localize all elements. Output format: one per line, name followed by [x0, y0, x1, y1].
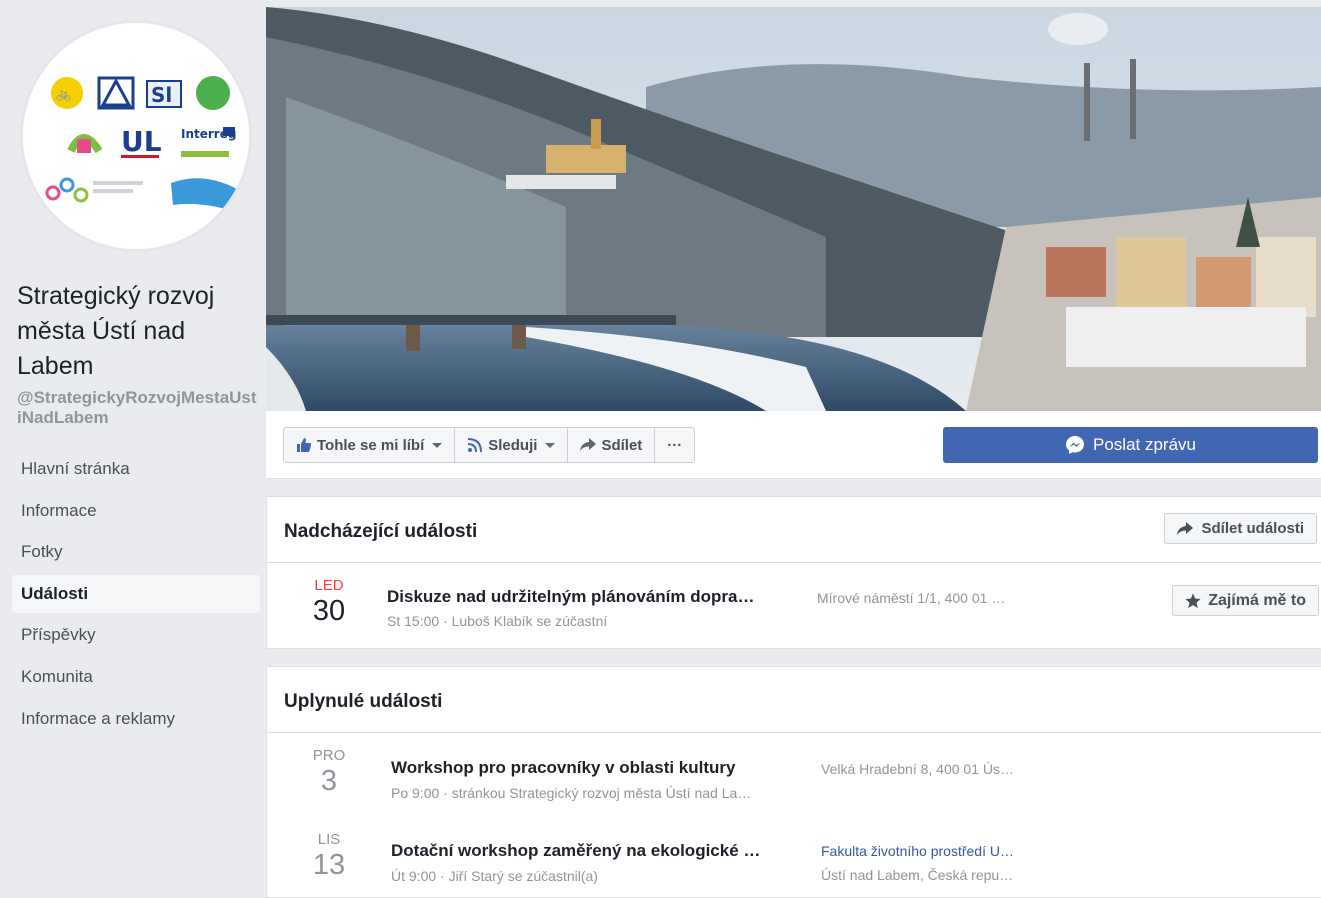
share-page-label: Sdílet	[601, 436, 643, 454]
thumbs-up-icon	[297, 438, 312, 452]
rss-icon	[468, 438, 483, 453]
upcoming-events-title: Nadcházející události	[284, 521, 478, 542]
past-events-card: Uplynulé události PRO 3 Workshop pro pra…	[266, 666, 1321, 898]
past-events-title: Uplynulé události	[284, 691, 443, 712]
page-action-buttons: Tohle se mi líbí Sleduji Sdílet ···	[283, 427, 696, 463]
share-events-button[interactable]: Sdílet události	[1164, 513, 1317, 544]
share-events-label: Sdílet události	[1201, 520, 1304, 537]
send-message-label: Poslat zprávu	[1093, 435, 1196, 454]
interested-button[interactable]: Zajímá mě to	[1172, 585, 1319, 616]
like-page-label: Tohle se mi líbí	[317, 436, 425, 454]
chevron-down-icon	[545, 442, 556, 448]
follow-page-label: Sleduji	[488, 436, 538, 454]
interested-label: Zajímá mě to	[1208, 591, 1306, 609]
event-subtitle: Út 9:00 · Jiří Starý se zúčastnil(a)	[391, 868, 598, 884]
nav-item-photos[interactable]: Fotky	[12, 533, 260, 571]
like-page-button[interactable]: Tohle se mi líbí	[284, 428, 456, 462]
event-date: LIS 13	[295, 831, 363, 881]
event-location: Mírové náměstí 1/1, 400 01 …	[817, 590, 1006, 606]
upcoming-events-header: Nadcházející události Sdílet události	[267, 497, 1321, 563]
event-location: Velká Hradební 8, 400 01 Ús…	[821, 761, 1015, 777]
event-title-link[interactable]: Workshop pro pracovníky v oblasti kultur…	[391, 758, 735, 778]
page-handle[interactable]: @StrategickyRozvojMestaUstiNadLabem	[17, 388, 257, 428]
messenger-icon	[1066, 436, 1084, 454]
chevron-down-icon	[432, 442, 443, 448]
event-location-link[interactable]: Fakulta životního prostředí U…	[821, 843, 1014, 859]
event-subtitle: Po 9:00 · stránkou Strategický rozvoj mě…	[391, 785, 752, 801]
event-month: LIS	[317, 831, 341, 848]
green-logo-icon	[196, 76, 230, 110]
page-action-bar: Tohle se mi líbí Sleduji Sdílet ··· Posl…	[266, 411, 1321, 479]
more-options-button[interactable]: ···	[655, 428, 694, 462]
nav-item-events[interactable]: Události	[12, 574, 260, 613]
profile-picture[interactable]: 🚲 Sl UL Interreg	[20, 20, 252, 252]
nav-item-info-and-ads[interactable]: Informace a reklamy	[12, 700, 260, 738]
follow-page-button[interactable]: Sleduji	[455, 428, 569, 462]
event-location-city: Ústí nad Labem, Česká repu…	[821, 867, 1014, 883]
event-row: LIS 13 Dotační workshop zaměřený na ekol…	[267, 817, 1321, 898]
page-navigation: Hlavní stránka Informace Fotky Události …	[12, 450, 260, 741]
svg-text:🚲: 🚲	[56, 87, 71, 101]
past-events-header: Uplynulé události	[267, 667, 1321, 733]
event-day: 3	[320, 765, 338, 797]
partner-logos-image: 🚲 Sl UL Interreg	[23, 23, 249, 249]
left-column: 🚲 Sl UL Interreg Strategický rozvoj měst…	[8, 8, 260, 898]
event-date: LED 30	[295, 577, 363, 627]
event-row: LED 30 Diskuze nad udržitelným plánování…	[267, 563, 1321, 647]
event-date: PRO 3	[295, 747, 363, 797]
share-arrow-icon	[1177, 521, 1194, 535]
svg-text:Sl: Sl	[151, 83, 172, 107]
nav-item-home[interactable]: Hlavní stránka	[12, 450, 260, 488]
event-month: LED	[314, 577, 344, 594]
cover-landscape-image	[266, 7, 1321, 411]
share-page-button[interactable]: Sdílet	[568, 428, 656, 462]
nav-item-posts[interactable]: Příspěvky	[12, 616, 260, 654]
event-month: PRO	[312, 747, 346, 764]
event-title-link[interactable]: Dotační workshop zaměřený na ekologické …	[391, 841, 760, 861]
upcoming-events-card: Nadcházející události Sdílet události LE…	[266, 496, 1321, 649]
event-title-link[interactable]: Diskuze nad udržitelným plánováním dopra…	[387, 587, 754, 607]
send-message-button[interactable]: Poslat zprávu	[943, 427, 1318, 463]
event-row: PRO 3 Workshop pro pracovníky v oblasti …	[267, 733, 1321, 817]
nav-item-community[interactable]: Komunita	[12, 658, 260, 696]
page-name[interactable]: Strategický rozvoj města Ústí nad Labem	[17, 279, 252, 384]
share-arrow-icon	[580, 438, 597, 451]
star-icon	[1185, 593, 1201, 608]
ul-logo-icon: UL	[121, 125, 162, 158]
more-dots-icon: ···	[667, 436, 683, 454]
cover-photo[interactable]	[266, 7, 1321, 411]
event-day: 30	[312, 595, 346, 627]
nav-item-about[interactable]: Informace	[12, 492, 260, 530]
event-day: 13	[312, 849, 346, 881]
event-subtitle: St 15:00 · Luboš Klabík se zúčastní	[387, 613, 608, 629]
